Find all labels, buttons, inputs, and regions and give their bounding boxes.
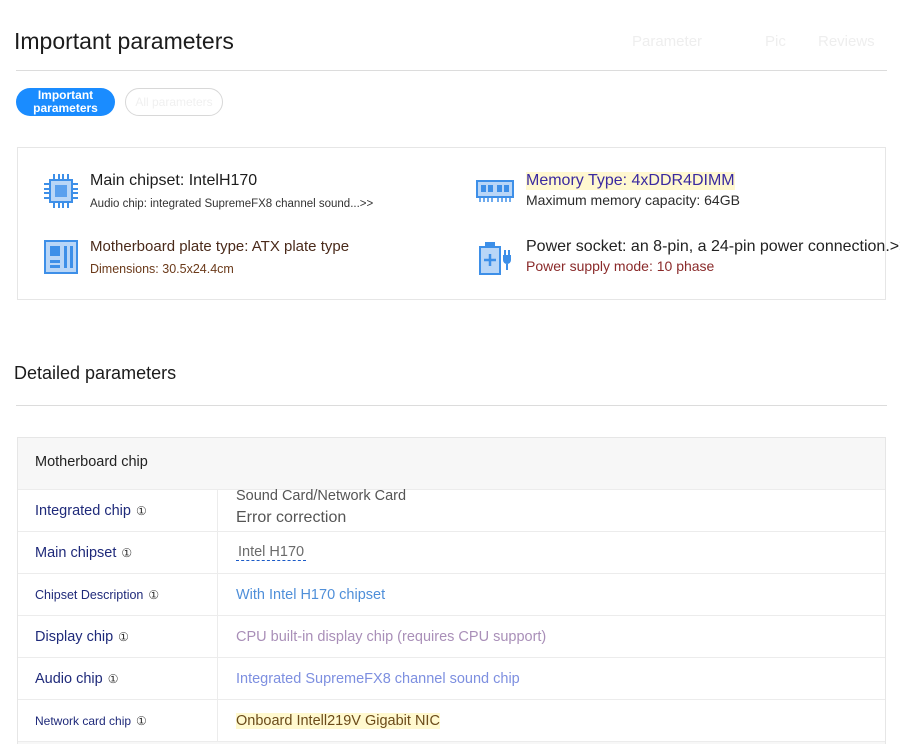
row-value: Intel H170 (236, 532, 307, 573)
parameters-table: Motherboard chip Integrated chip ① Sound… (17, 437, 886, 744)
param-title: Memory Type: 4xDDR4DIMM (526, 172, 735, 190)
row-label-text: Audio chip (35, 670, 103, 687)
row-value-line: Error correction (236, 508, 347, 526)
row-value-text: CPU built-in display chip (requires CPU … (236, 628, 547, 645)
row-value: Sound Card/Network Card Error correction (236, 486, 406, 527)
row-value-link[interactable]: Intel H170 (236, 544, 307, 561)
row-value: Onboard Intell219V Gigabit NIC (236, 700, 440, 741)
board-icon (44, 240, 78, 274)
row-label: Network card chip ① (18, 700, 218, 741)
help-icon[interactable]: ① (121, 546, 132, 560)
help-icon[interactable]: ① (148, 588, 159, 602)
row-label: Display chip ① (18, 616, 218, 657)
chip-icon (44, 174, 78, 208)
row-label: Integrated chip ① (18, 490, 218, 531)
tab-all-parameters[interactable]: All parameters (125, 88, 223, 116)
row-label-text: Integrated chip (35, 502, 131, 519)
table-row: Main chipset ① Intel H170 (18, 532, 885, 574)
help-icon[interactable]: ① (136, 714, 147, 728)
row-label-text: Chipset Description (35, 587, 144, 602)
row-label-text: Display chip (35, 628, 114, 645)
row-label-text: Main chipset (35, 544, 117, 561)
table-row: Audio chip ① Integrated SupremeFX8 chann… (18, 658, 885, 700)
table-section-header: Motherboard chip (18, 438, 885, 490)
table-row: Network card chip ① Onboard Intell219V G… (18, 700, 885, 742)
table-row: Integrated chip ① Sound Card/Network Car… (18, 488, 885, 532)
param-subtitle-link[interactable]: Audio chip: integrated SupremeFX8 channe… (90, 198, 373, 210)
help-icon[interactable]: ① (118, 630, 129, 644)
param-subtitle: Dimensions: 30.5x24.4cm (90, 262, 234, 276)
table-row: Display chip ① CPU built-in display chip… (18, 616, 885, 658)
row-value: With Intel H170 chipset (236, 574, 385, 615)
important-parameters-title: Important parameters (14, 28, 234, 54)
param-subtitle: Power supply mode: 10 phase (526, 258, 715, 274)
divider (16, 405, 887, 406)
tab-important-parameters[interactable]: Important parameters (16, 88, 115, 116)
faded-link-parameter[interactable]: Parameter (632, 33, 702, 50)
help-icon[interactable]: ① (136, 504, 147, 518)
faded-link-reviews[interactable]: Reviews (818, 33, 875, 50)
row-value: CPU built-in display chip (requires CPU … (236, 616, 546, 657)
power-icon (479, 242, 511, 275)
row-value: Integrated SupremeFX8 channel sound chip (236, 658, 520, 699)
param-title: Main chipset: IntelH170 (90, 172, 258, 189)
help-icon[interactable]: ① (108, 672, 119, 686)
faded-link-pic[interactable]: Pic (765, 33, 786, 50)
param-title: Motherboard plate type: ATX plate type (90, 238, 350, 255)
row-value-text: With Intel H170 chipset (236, 586, 386, 603)
row-value-line: Sound Card/Network Card (236, 487, 407, 504)
param-title-link[interactable]: Power socket: an 8-pin, a 24-pin power c… (526, 238, 900, 256)
row-label: Chipset Description ① (18, 574, 218, 615)
row-label: Audio chip ① (18, 658, 218, 699)
page: Important parameters Parameter Pic Revie… (0, 0, 900, 744)
detailed-parameters-title: Detailed parameters (14, 363, 177, 383)
important-parameters-card: Main chipset: IntelH170 Audio chip: inte… (17, 147, 900, 300)
param-subtitle: Maximum memory capacity: 64GB (526, 192, 740, 208)
divider (16, 70, 887, 71)
row-value-text: Integrated SupremeFX8 channel sound chip (236, 670, 520, 687)
row-label-text: Network card chip (35, 713, 132, 728)
row-value-text: Onboard Intell219V Gigabit NIC (236, 712, 440, 729)
table-row: Chipset Description ① With Intel H170 ch… (18, 574, 885, 616)
row-label: Main chipset ① (18, 532, 218, 573)
memory-icon (476, 180, 514, 202)
